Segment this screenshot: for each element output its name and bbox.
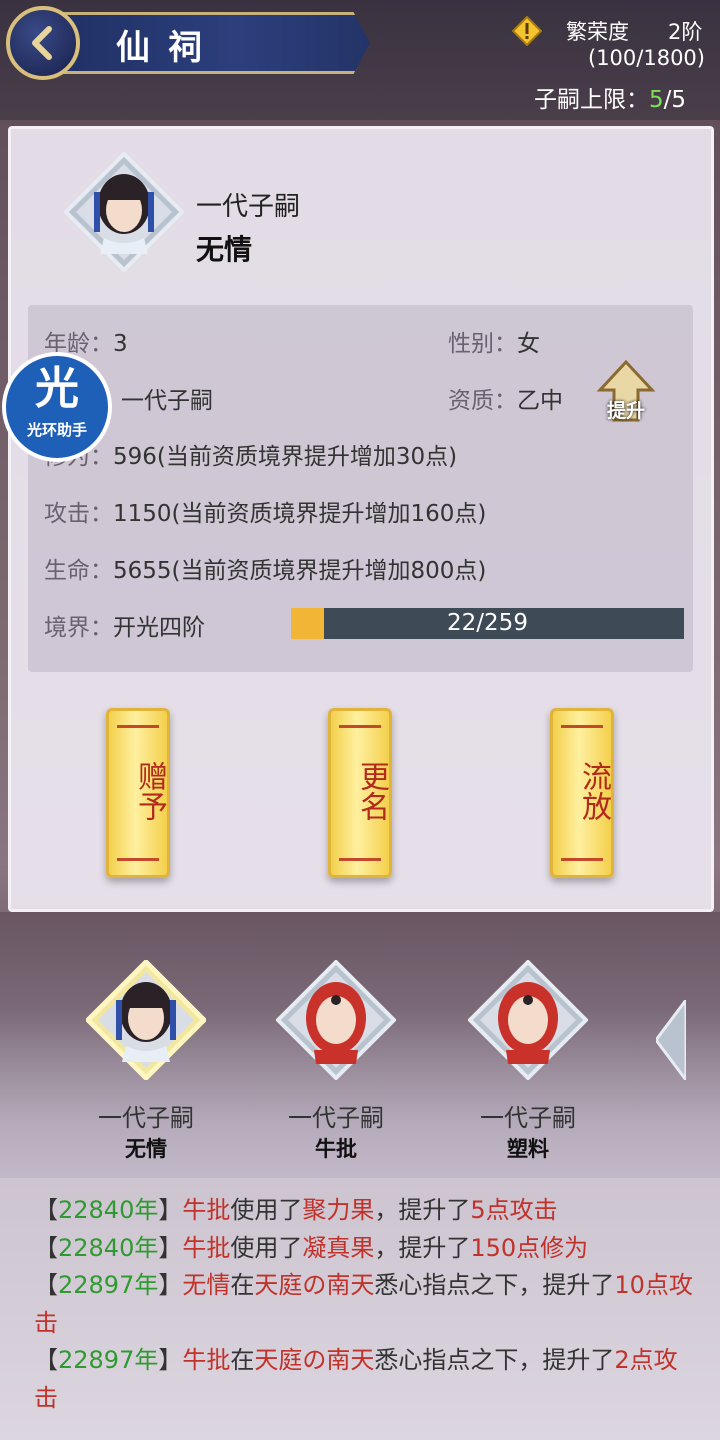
rename-label: 更名	[354, 761, 389, 821]
halo-label: 光环助手	[26, 421, 87, 439]
rename-button[interactable]: 更名	[328, 708, 392, 878]
heir-portrait	[275, 959, 397, 1081]
heir-limit-current: 5	[649, 87, 664, 113]
log-item: 天庭の南天	[254, 1346, 375, 1374]
heir-generation: 一代子嗣	[196, 192, 301, 222]
exile-label: 流放	[576, 761, 611, 821]
prosperity-value: (100/1800)	[588, 46, 705, 70]
bracket: 】	[158, 1233, 183, 1262]
halo-helper-button[interactable]: 光 光环助手	[2, 352, 112, 462]
stat-cultivation: 修为：596(当前资质境界提升增加30点)	[44, 437, 457, 471]
realm-value: 开光四阶	[113, 615, 205, 641]
log-text: 悉心指点之下，提升了	[374, 1271, 615, 1299]
back-button[interactable]	[6, 6, 80, 80]
stat-rank: 一代子嗣	[121, 388, 213, 414]
bracket: 】	[158, 1271, 183, 1299]
heir-item-partial[interactable]	[656, 1000, 686, 1080]
warning-icon[interactable]	[512, 16, 542, 46]
stat-aptitude: 资质：乙中	[448, 381, 563, 415]
realm-progress-bar: 22/259	[291, 608, 684, 639]
log-entry: 【22840年】牛批使用了聚力果，提升了5点攻击	[34, 1192, 694, 1230]
life-value: 5655(当前资质境界提升增加800点)	[113, 558, 487, 584]
stat-attack: 攻击：1150(当前资质境界提升增加160点)	[44, 494, 486, 528]
event-log: 【22840年】牛批使用了聚力果，提升了5点攻击 【22840年】牛批使用了凝真…	[34, 1192, 694, 1417]
stat-life: 生命：5655(当前资质境界提升增加800点)	[44, 551, 486, 585]
log-text: ，提升了	[374, 1196, 471, 1224]
log-heir: 牛批	[182, 1233, 231, 1262]
log-year: 22840年	[58, 1233, 159, 1262]
heir-name: 塑料	[507, 1136, 549, 1161]
heir-portrait	[467, 959, 589, 1081]
bracket: 】	[158, 1196, 183, 1224]
log-entry: 【22897年】无情在天庭の南天悉心指点之下，提升了10点攻击	[34, 1267, 694, 1342]
attack-value: 1150(当前资质境界提升增加160点)	[113, 501, 487, 527]
cultivation-value: 596(当前资质境界提升增加30点)	[113, 444, 458, 470]
log-gain: 150点修为	[470, 1233, 589, 1262]
log-entry: 【22840年】牛批使用了凝真果，提升了150点修为	[34, 1230, 694, 1268]
prosperity-level: 2阶	[668, 20, 703, 44]
heir-gen: 一代子嗣	[98, 1104, 194, 1132]
bracket: 【	[34, 1233, 58, 1262]
log-item: 凝真果	[302, 1233, 375, 1262]
gift-button[interactable]: 赠予	[106, 708, 170, 878]
log-entry: 【22897年】牛批在天庭の南天悉心指点之下，提升了2点攻击	[34, 1342, 694, 1417]
log-text: 在	[230, 1271, 255, 1299]
upgrade-aptitude-button[interactable]: 提升	[596, 359, 656, 426]
log-heir: 牛批	[182, 1346, 231, 1374]
log-year: 22897年	[58, 1346, 159, 1374]
heir-portrait	[84, 958, 208, 1082]
heir-name: 牛批	[315, 1136, 357, 1161]
heir-limit: 子嗣上限：5/5	[534, 80, 686, 114]
bracket: 【	[34, 1346, 58, 1374]
gift-label: 赠予	[132, 761, 167, 821]
exile-button[interactable]: 流放	[550, 708, 614, 878]
heir-limit-label: 子嗣上限：	[534, 87, 649, 113]
log-text: 使用了	[230, 1233, 303, 1262]
life-label: 生命：	[44, 558, 113, 584]
upgrade-label: 提升	[606, 400, 645, 422]
realm-progress-text: 22/259	[447, 610, 528, 636]
log-text: ，提升了	[374, 1233, 471, 1262]
stat-realm: 境界：开光四阶	[44, 608, 205, 642]
bracket: 】	[158, 1346, 183, 1374]
log-text: 在	[230, 1346, 255, 1374]
heir-item-2[interactable]: 一代子嗣 牛批	[266, 959, 406, 1161]
heir-limit-total: /5	[663, 87, 687, 113]
attack-label: 攻击：	[44, 501, 113, 527]
prosperity-label: 繁荣度	[566, 20, 629, 44]
heir-item-1[interactable]: 一代子嗣 无情	[76, 958, 216, 1161]
gender-label: 性别：	[448, 331, 517, 357]
chevron-left-icon	[32, 26, 52, 60]
bracket: 【	[34, 1196, 58, 1224]
aptitude-label: 资质：	[448, 388, 517, 414]
heir-item-3[interactable]: 一代子嗣 塑料	[458, 959, 598, 1161]
page-title: 仙祠	[116, 28, 220, 68]
log-heir: 牛批	[182, 1196, 231, 1224]
bracket: 【	[34, 1271, 58, 1299]
realm-label: 境界：	[44, 615, 113, 641]
log-year: 22897年	[58, 1271, 159, 1299]
log-text: 悉心指点之下，提升了	[374, 1346, 615, 1374]
log-gain: 5点攻击	[470, 1196, 558, 1224]
log-year: 22840年	[58, 1196, 159, 1224]
heir-name: 无情	[196, 233, 253, 266]
log-text: 使用了	[230, 1196, 303, 1224]
log-item: 天庭の南天	[254, 1271, 375, 1299]
heir-gen: 一代子嗣	[288, 1104, 384, 1132]
heir-avatar	[64, 152, 184, 272]
gender-value: 女	[517, 331, 540, 357]
heir-gen: 一代子嗣	[480, 1104, 576, 1132]
stat-gender: 性别：女	[448, 324, 540, 358]
heir-name: 无情	[125, 1136, 167, 1161]
halo-logo: 光	[35, 363, 79, 414]
log-item: 聚力果	[302, 1196, 375, 1224]
aptitude-value: 乙中	[517, 388, 563, 414]
age-value: 3	[113, 331, 128, 357]
log-heir: 无情	[182, 1271, 231, 1299]
